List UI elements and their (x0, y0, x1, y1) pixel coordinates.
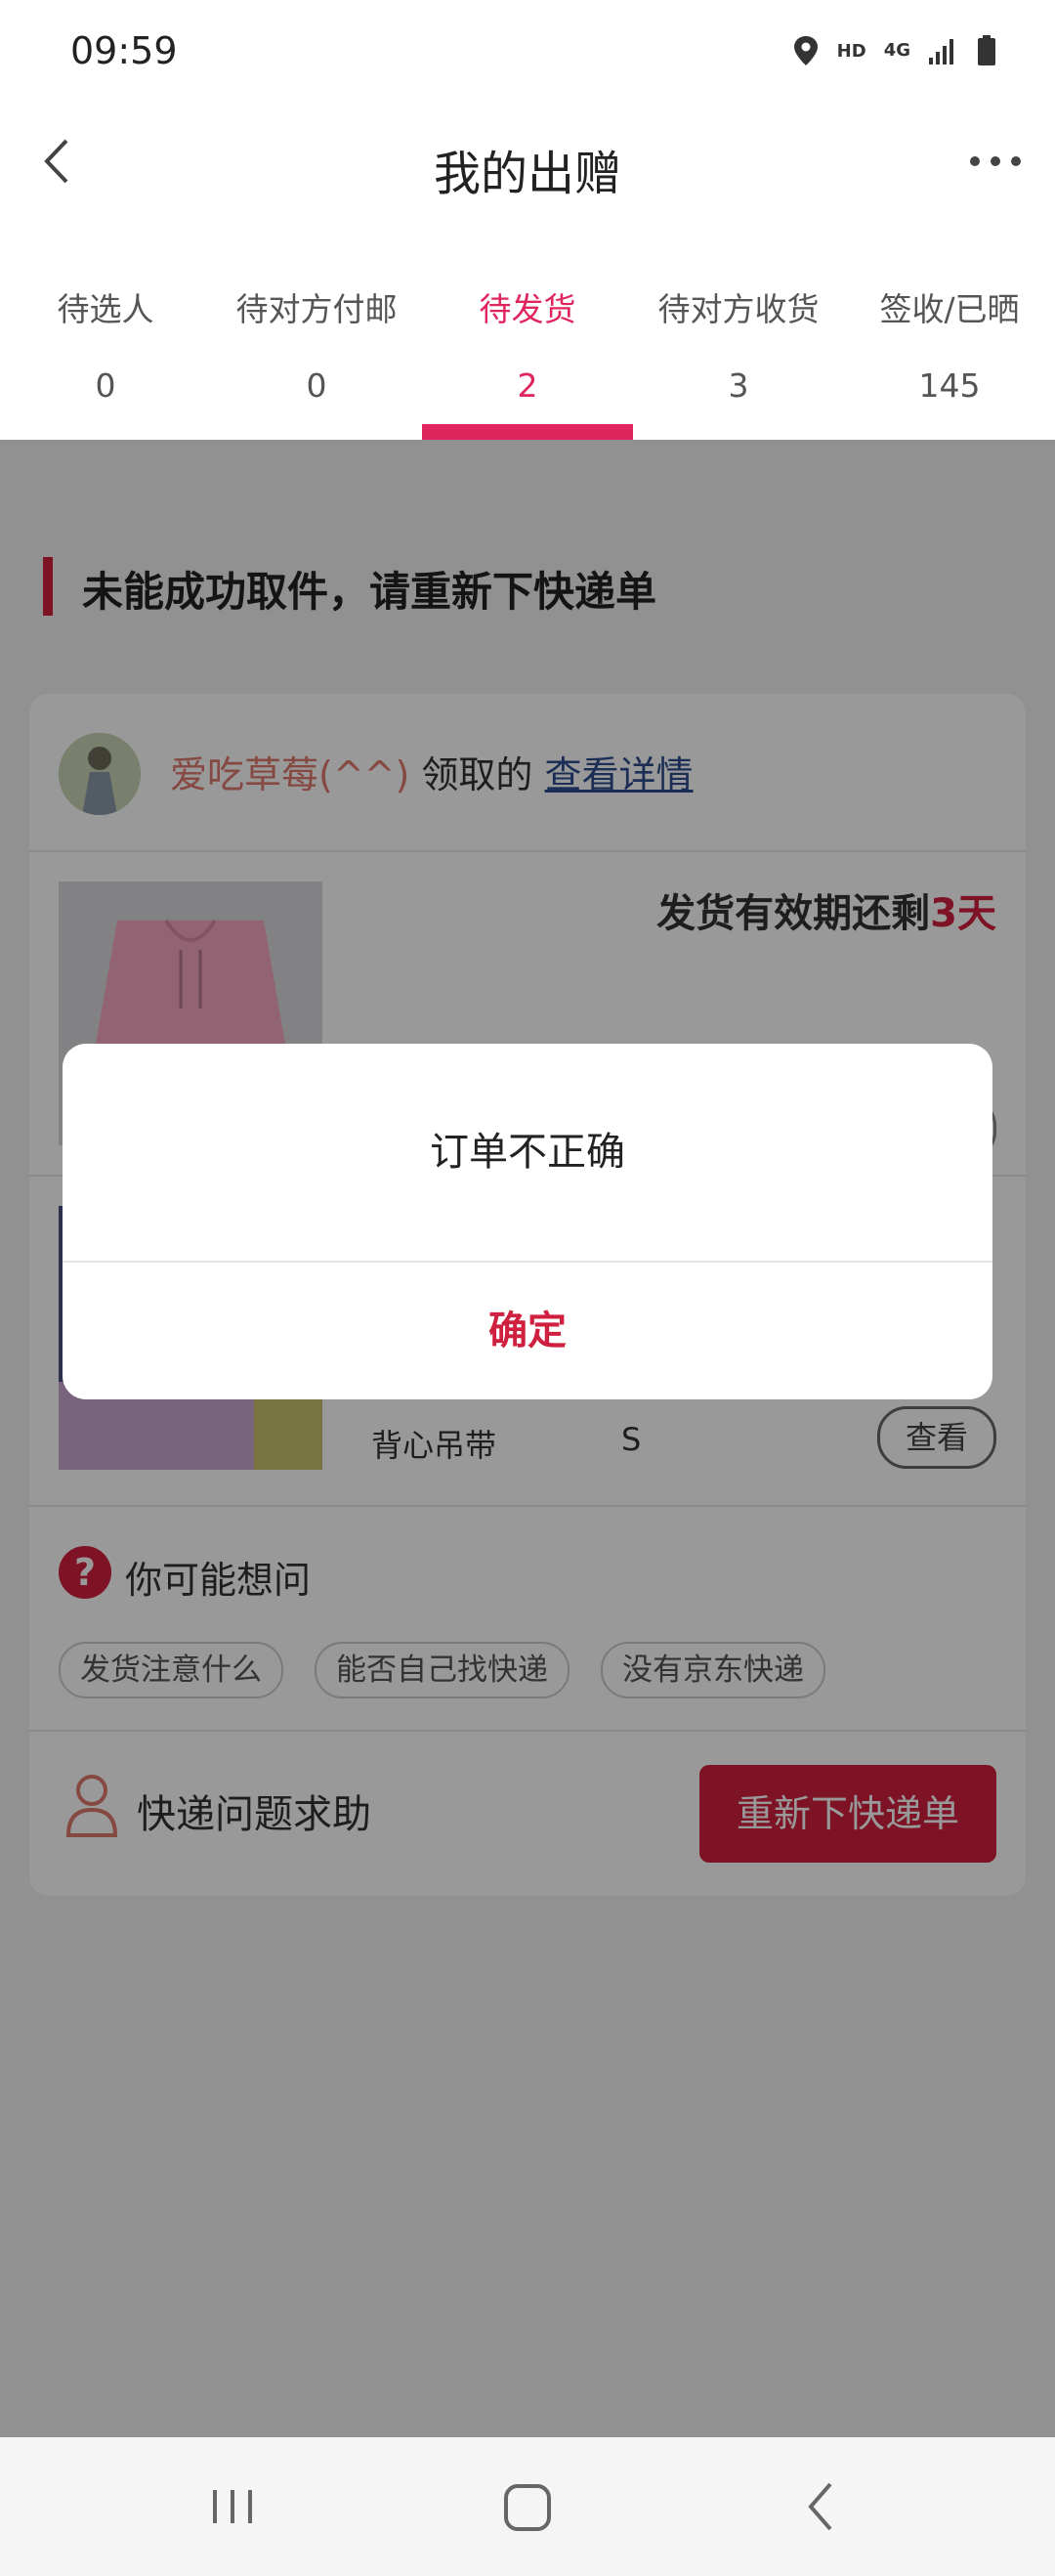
recent-apps-icon (213, 2490, 252, 2523)
recent-apps-button[interactable] (193, 2472, 272, 2541)
signal-icon (929, 39, 953, 64)
tab-label: 待对方付邮 (235, 290, 398, 328)
alert-dialog: 订单不正确 确定 (63, 1044, 992, 1399)
tab-count: 0 (306, 366, 327, 405)
tab-received[interactable]: 签收/已晒 145 (844, 274, 1055, 440)
system-nav-bar (0, 2437, 1055, 2576)
tab-count: 0 (95, 366, 116, 405)
tab-label: 签收/已晒 (879, 290, 1020, 328)
status-icons: HD 4G (792, 35, 996, 66)
tab-pending-postage[interactable]: 待对方付邮 0 (211, 274, 422, 440)
tab-label: 待对方收货 (657, 290, 820, 328)
status-bar: 09:59 HD 4G (0, 0, 1055, 107)
confirm-button[interactable]: 确定 (63, 1263, 992, 1399)
tab-label: 待选人 (57, 290, 154, 328)
tab-pending-select[interactable]: 待选人 0 (0, 274, 211, 440)
tab-pending-receipt[interactable]: 待对方收货 3 (633, 274, 844, 440)
tab-count: 2 (517, 366, 538, 405)
battery-icon (978, 35, 995, 65)
back-icon (808, 2482, 832, 2531)
network-type: 4G (883, 40, 910, 61)
nav-bar: 我的出赠 (0, 107, 1055, 215)
more-button[interactable] (961, 127, 1030, 195)
status-time: 09:59 (70, 29, 178, 72)
modal-overlay[interactable] (0, 440, 1055, 2437)
system-back-button[interactable] (783, 2472, 862, 2541)
hd-label: HD (836, 40, 866, 62)
dialog-message: 订单不正确 (63, 1044, 992, 1263)
page-title: 我的出赠 (433, 147, 621, 201)
tab-pending-shipment[interactable]: 待发货 2 (422, 274, 633, 440)
more-horizontal-icon (970, 156, 1021, 166)
tab-count: 145 (918, 366, 981, 405)
home-icon (504, 2484, 551, 2531)
tab-count: 3 (728, 366, 749, 405)
location-icon (793, 36, 818, 65)
status-tabs: 待选人 0 待对方付邮 0 待发货 2 待对方收货 3 签收/已晒 145 (0, 274, 1055, 440)
active-tab-indicator (422, 424, 633, 440)
tab-label: 待发货 (479, 290, 576, 328)
home-button[interactable] (488, 2472, 567, 2541)
